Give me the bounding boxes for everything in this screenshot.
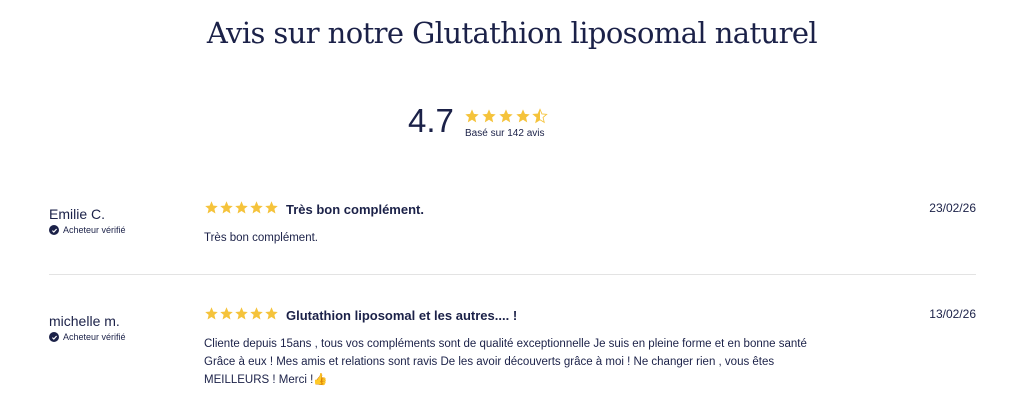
review-title: Très bon complément.: [286, 202, 424, 217]
star-icon: [516, 109, 530, 123]
star-icon: [220, 307, 233, 320]
star-icon: [499, 109, 513, 123]
star-icon: [235, 201, 248, 214]
review-date: 13/02/26: [929, 307, 976, 321]
review-stars: [204, 200, 279, 215]
review-title: Glutathion liposomal et les autres.... !: [286, 308, 518, 323]
review-author: Emilie C.: [49, 206, 106, 222]
review-author: michelle m.: [49, 313, 120, 329]
average-rating: 4.7: [408, 102, 454, 139]
page-title: Avis sur notre Glutathion liposomal natu…: [206, 16, 818, 50]
star-icon: [465, 109, 479, 123]
star-icon: [250, 307, 263, 320]
star-icon: [205, 201, 218, 214]
verified-buyer-badge: Acheteur vérifié: [49, 225, 126, 235]
review-date: 23/02/26: [929, 201, 976, 215]
verified-buyer-badge: Acheteur vérifié: [49, 332, 126, 342]
star-icon: [205, 307, 218, 320]
review-body: Cliente depuis 15ans , tous vos compléme…: [204, 338, 807, 386]
star-icon: [235, 307, 248, 320]
verified-label: Acheteur vérifié: [63, 225, 126, 235]
review-stars: [204, 306, 279, 321]
star-icon: [265, 307, 278, 320]
review-divider: [49, 274, 976, 275]
check-icon: [49, 225, 59, 235]
star-icon: [265, 201, 278, 214]
review-count: Basé sur 142 avis: [465, 128, 545, 139]
star-icon: [220, 201, 233, 214]
half-star-icon: [532, 108, 548, 124]
star-icon: [482, 109, 496, 123]
review-body: Très bon complément.: [204, 232, 318, 244]
average-stars: [464, 108, 548, 124]
check-icon: [49, 332, 59, 342]
verified-label: Acheteur vérifié: [63, 332, 126, 342]
star-icon: [250, 201, 263, 214]
